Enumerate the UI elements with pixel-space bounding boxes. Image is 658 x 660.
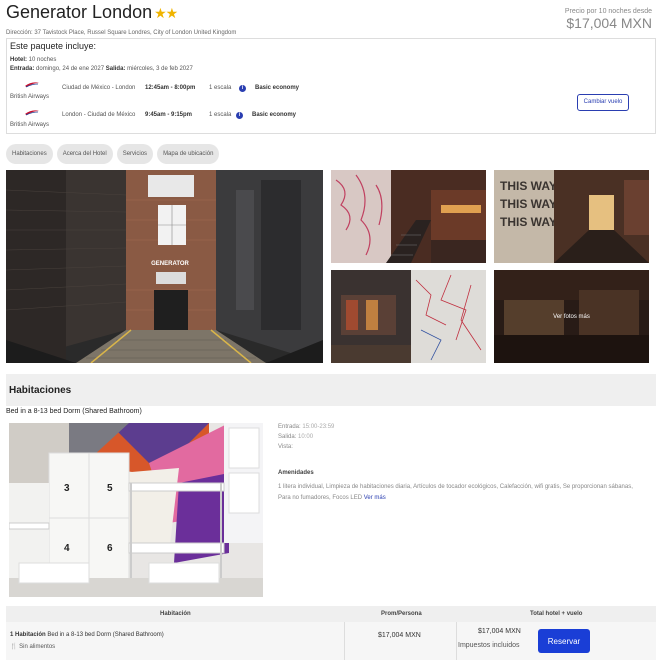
room-checkout-label: Salida: (278, 434, 297, 440)
flight-route: London - Ciudad de México (62, 112, 136, 118)
package-title: Este paquete incluye: (10, 41, 97, 51)
amenities-text: 1 litera individual, Limpieza de habitac… (278, 482, 638, 504)
bed-number: 4 (64, 543, 70, 554)
cell-divider (456, 622, 457, 660)
amenities-title: Amenidades (278, 470, 314, 476)
flight-cabin: Basic economy (252, 112, 297, 118)
flight-route: Ciudad de México - London (62, 85, 136, 91)
this-way-wall-text: THIS WAY (500, 197, 557, 211)
room-checkin: Entrada: 15:00-23:59 (278, 424, 334, 430)
this-way-wall-text: THIS WAY (500, 179, 557, 193)
info-icon[interactable]: i (239, 85, 246, 92)
col-total-header: Total hotel + vuelo (530, 611, 583, 617)
row-meal-plan: 🍴 Sin alimentos (10, 643, 55, 650)
row-tax-note: Impuestos incluidos (458, 642, 520, 649)
room-checkout: Salida: 10:00 (278, 434, 313, 440)
cutlery-icon: 🍴 (10, 644, 18, 650)
info-icon[interactable]: i (236, 112, 243, 119)
row-room-name: Bed in a 8-13 bed Dorm (Shared Bathroom) (47, 632, 164, 638)
lobby-stairs-photo (331, 170, 486, 263)
package-summary: Este paquete incluye: Hotel: 10 noches E… (6, 38, 656, 134)
rooms-section-header: Habitaciones (6, 374, 656, 406)
price-box: Precio por 10 noches desde $17,004 MXN (565, 8, 652, 31)
alley-entrance-photo: GENERATOR (6, 170, 323, 363)
room-name: Bed in a 8-13 bed Dorm (Shared Bathroom) (6, 408, 142, 415)
bed-number: 5 (107, 483, 113, 494)
corridor-photo: THIS WAY THIS WAY THIS WAY (494, 170, 649, 263)
see-more-link[interactable]: Ver más (364, 495, 386, 501)
amenities-list: 1 litera individual, Limpieza de habitac… (278, 484, 633, 501)
gallery-thumb-reception[interactable] (331, 270, 486, 363)
flight-return: British Airways London - Ciudad de Méxic… (7, 107, 567, 133)
checkout-label: Salida: (105, 66, 126, 72)
row-avg-price: $17,004 MXN (378, 632, 421, 639)
section-tabs: Habitaciones Acerca del Hotel Servicios Map… (6, 142, 223, 164)
tab-location-map[interactable]: Mapa de ubicación (157, 144, 220, 164)
flight-cabin: Basic economy (255, 85, 300, 91)
flight-times: 12:45am - 8:00pm (145, 85, 196, 91)
star-rating-icon: ★★ (154, 5, 178, 21)
row-room-info: 1 Habitación Bed in a 8-13 bed Dorm (Sha… (10, 632, 164, 638)
british-airways-logo-icon (25, 110, 39, 116)
room-checkout-value: 10:00 (298, 434, 314, 440)
tab-about-hotel[interactable]: Acerca del Hotel (56, 144, 113, 164)
cell-divider (344, 622, 345, 660)
room-checkin-value: 15:00-23:59 (302, 424, 335, 430)
british-airways-logo-icon (25, 82, 39, 88)
flight-stops: 1 escala (209, 112, 232, 118)
change-flight-button[interactable]: Cambiar vuelo (577, 94, 629, 111)
room-photo[interactable]: 3 5 4 6 (9, 423, 263, 597)
hotel-name: Generator London (6, 2, 153, 22)
hotel-title: Generator London ★★ (6, 2, 178, 23)
col-room-header: Habitación (160, 611, 191, 617)
generator-sign: GENERATOR (151, 261, 189, 267)
bed-number: 3 (64, 483, 70, 494)
checkout-value: miércoles, 3 de feb 2027 (127, 66, 193, 72)
reception-photo (331, 270, 486, 363)
flight-times: 9:45am - 9:15pm (145, 112, 193, 118)
gallery-main-photo[interactable]: GENERATOR (6, 170, 323, 363)
bed-number: 6 (107, 543, 113, 554)
hotel-header: Generator London ★★ Dirección: 37 Tavisto… (6, 2, 654, 38)
row-total-price: $17,004 MXN (478, 628, 521, 635)
gallery-thumb-corridor[interactable]: THIS WAY THIS WAY THIS WAY (494, 170, 649, 263)
rooms-section-title: Habitaciones (9, 385, 72, 396)
room-view: Vista: (278, 444, 293, 450)
gallery-thumb-bar-more[interactable]: Ver fotos más (494, 270, 649, 363)
room-count: 1 Habitación (10, 632, 46, 638)
hotel-address: Dirección: 37 Tavistock Place, Russel Sq… (6, 30, 237, 36)
airline-name: British Airways (10, 122, 50, 128)
package-hotel-line: Hotel: 10 noches (10, 57, 56, 63)
airline-name: British Airways (10, 94, 50, 100)
hotel-nights-label: Hotel: (10, 57, 27, 63)
rates-table-header: Habitación Prom/Persona Total hotel + vu… (6, 606, 656, 622)
more-photos-link[interactable]: Ver fotos más (494, 270, 649, 363)
checkin-value: domingo, 24 de ene 2027 (36, 66, 105, 72)
gallery-thumb-lobby-stairs[interactable] (331, 170, 486, 263)
hotel-nights-value: 10 noches (28, 57, 57, 63)
flight-outbound: British Airways Ciudad de México - Londo… (7, 79, 567, 105)
this-way-wall-text: THIS WAY (500, 215, 557, 229)
reserve-button[interactable]: Reservar (538, 629, 590, 653)
tab-rooms[interactable]: Habitaciones (6, 144, 53, 164)
rates-table-row: 1 Habitación Bed in a 8-13 bed Dorm (Sha… (6, 622, 656, 660)
checkin-label: Entrada: (10, 66, 35, 72)
room-checkin-label: Entrada: (278, 424, 301, 430)
tab-services[interactable]: Servicios (116, 144, 154, 164)
dorm-room-photo: 3 5 4 6 (9, 423, 263, 597)
price-caption: Precio por 10 noches desde (564, 8, 652, 15)
price-amount: $17,004 MXN (566, 15, 652, 31)
col-avg-header: Prom/Persona (381, 611, 422, 617)
meal-plan-text: Sin alimentos (19, 644, 56, 650)
package-dates-line: Entrada: domingo, 24 de ene 2027 Salida:… (10, 66, 193, 72)
flight-stops: 1 escala (209, 85, 232, 91)
